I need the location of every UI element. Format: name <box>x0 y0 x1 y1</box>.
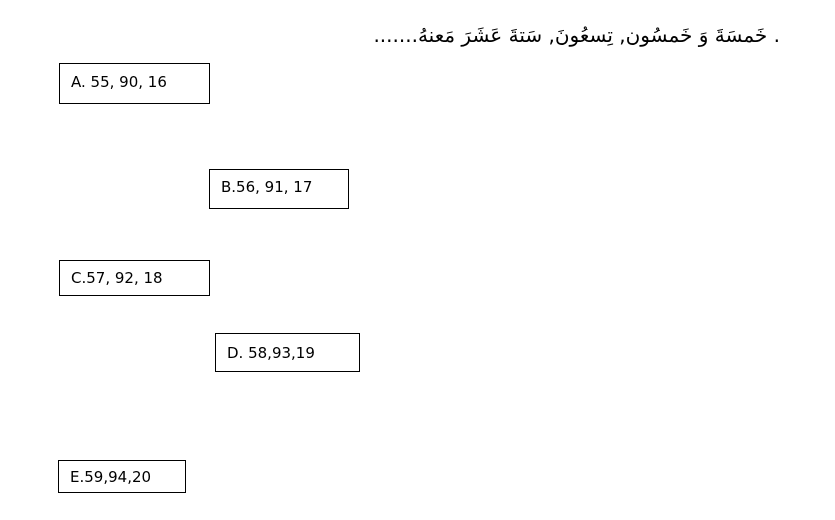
option-e-box[interactable]: E.59,94,20 <box>58 460 186 493</box>
option-d-box[interactable]: D. 58,93,19 <box>215 333 360 372</box>
option-c-box[interactable]: C.57, 92, 18 <box>59 260 210 296</box>
question-text: . خَمسَةَ وَ خَمسُون, تِسعُونَ, سَتةَ عَ… <box>373 23 780 47</box>
option-b-box[interactable]: B.56, 91, 17 <box>209 169 349 209</box>
option-a-box[interactable]: A. 55, 90, 16 <box>59 63 210 104</box>
